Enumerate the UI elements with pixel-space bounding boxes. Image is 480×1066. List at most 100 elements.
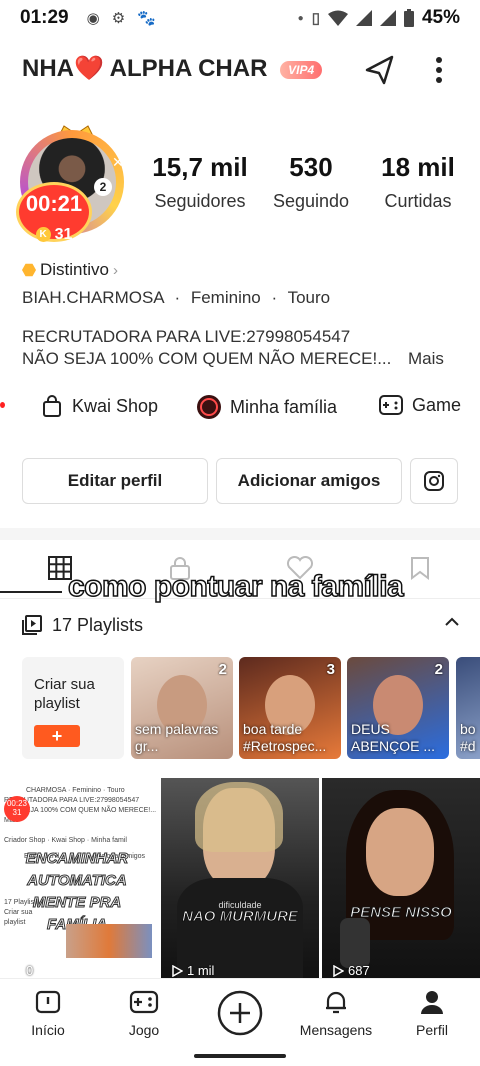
- live-timer-text: 00:21: [25, 191, 83, 216]
- stat-value: 15,7 mil: [152, 152, 248, 182]
- bio-line-1: RECRUTADORA PARA LIVE:27998054547: [22, 327, 351, 346]
- video-hair: [195, 782, 283, 852]
- vibrate-icon: ▯: [311, 10, 320, 27]
- bio-more-link[interactable]: Mais: [408, 348, 444, 370]
- play-icon: [333, 964, 344, 977]
- avatar[interactable]: ✕ 00:21 K 31 2: [16, 122, 128, 246]
- add-playlist-button[interactable]: +: [34, 725, 80, 747]
- home-indicator: [194, 1054, 286, 1058]
- preview-thumbs: [66, 924, 152, 958]
- shopping-bag-icon: [43, 395, 61, 417]
- nav-profile-label: Perfil: [416, 1022, 448, 1038]
- red-dot-indicator: [0, 402, 5, 408]
- playlist-card[interactable]: bo #d: [456, 657, 480, 759]
- minha-familia-link[interactable]: Minha família: [196, 394, 337, 420]
- stat-likes[interactable]: 18 mil Curtidas: [364, 152, 472, 212]
- nav-game-label: Jogo: [128, 1022, 160, 1038]
- view-count: 0: [10, 963, 33, 978]
- status-right: ● ▯ 45%: [298, 7, 460, 29]
- close-icon[interactable]: ✕: [112, 154, 124, 171]
- nav-home[interactable]: Início: [28, 989, 68, 1038]
- video-thumbnail[interactable]: PENSE NISSO 687: [322, 778, 480, 978]
- coin-value: 31: [54, 225, 73, 243]
- nav-profile[interactable]: Perfil: [412, 989, 452, 1038]
- playlist-card[interactable]: 2 sem palavras gr...: [131, 657, 233, 759]
- profile-name-text: NHA❤️ ALPHA CHAR: [22, 55, 268, 82]
- video-caption: PENSE NISSO: [350, 904, 453, 922]
- video-thumbnail[interactable]: CHARMOSA · Feminino · Touro RECRUTADORA …: [0, 778, 158, 978]
- edit-profile-button[interactable]: Editar perfil: [22, 458, 208, 504]
- distintivo-link[interactable]: Distintivo ›: [22, 260, 118, 280]
- profile-name: NHA❤️ ALPHA CHAR VIP4: [22, 54, 342, 83]
- bookmark-icon[interactable]: [410, 556, 430, 580]
- live-timer[interactable]: 00:21 K 31: [16, 182, 92, 244]
- separator: ·: [271, 288, 278, 307]
- bottom-navigation: Início Jogo Mensagens Perfil: [0, 978, 480, 1066]
- view-count: 1 mil: [171, 963, 214, 978]
- minha-familia-label: Minha família: [230, 396, 338, 417]
- zodiac-sign: Touro: [287, 288, 331, 307]
- video-caption: NAO MURMURE: [182, 908, 299, 926]
- playlists-title: 17 Playlists: [52, 614, 144, 635]
- share-icon[interactable]: [362, 52, 398, 88]
- playlist-caption: boa tarde #Retrospec...: [243, 721, 327, 754]
- record-icon: ◉: [86, 10, 100, 27]
- stat-followers[interactable]: 15,7 mil Seguidores: [142, 152, 258, 212]
- gender: Feminino: [190, 288, 261, 307]
- video-thumbnail[interactable]: dificuldade NAO MURMURE 1 mil: [161, 778, 319, 978]
- stat-label: Seguindo: [272, 191, 350, 211]
- add-friends-button[interactable]: Adicionar amigos: [216, 458, 402, 504]
- game-link[interactable]: Game: [378, 394, 461, 416]
- signal-icon: [355, 10, 372, 26]
- create-playlist-label: Criar sua playlist: [34, 676, 95, 712]
- stat-label: Curtidas: [384, 191, 452, 211]
- instagram-button[interactable]: [410, 458, 458, 504]
- microphone: [340, 918, 370, 968]
- preview-header: CHARMOSA · Feminino · Touro: [26, 787, 125, 794]
- status-bar: 01:29 ◉ ⚙ 🐾 ● ▯ 45%: [0, 0, 480, 36]
- gamepad-icon: [129, 990, 159, 1014]
- profile-icon: [421, 991, 443, 1014]
- separator: ·: [174, 288, 181, 307]
- playlists-header[interactable]: 17 Playlists: [22, 612, 462, 638]
- stat-following[interactable]: 530 Seguindo: [258, 152, 364, 212]
- more-options-icon[interactable]: [426, 52, 452, 88]
- chevron-up-icon[interactable]: [444, 614, 460, 630]
- wifi-icon: [327, 10, 348, 26]
- video-person: [366, 808, 434, 896]
- signal-2-icon: [379, 10, 396, 26]
- profile-info: BIAH.CHARMOSA · Feminino · Touro: [22, 288, 330, 308]
- username: BIAH.CHARMOSA: [22, 288, 164, 307]
- gamepad-icon: [379, 395, 403, 415]
- kwai-shop-link[interactable]: Kwai Shop: [40, 394, 158, 418]
- video-overlay-caption: como pontuar na família: [67, 569, 404, 604]
- status-icons: ◉ ⚙ 🐾: [87, 9, 156, 27]
- playlist-card[interactable]: 2 DEUS ABENÇOE ...: [347, 657, 449, 759]
- bell-icon: [326, 991, 346, 1014]
- profile-stats: 15,7 mil Seguidores 530 Seguindo 18 mil …: [142, 152, 472, 212]
- create-button[interactable]: [216, 989, 264, 1040]
- playlist-card[interactable]: 3 boa tarde #Retrospec...: [239, 657, 341, 759]
- stat-value: 530: [289, 152, 333, 182]
- create-playlist-card[interactable]: Criar sua playlist +: [22, 657, 124, 759]
- notif-badge: 2: [94, 178, 112, 196]
- game-label: Game: [412, 394, 462, 415]
- view-count: 687: [332, 963, 370, 978]
- nav-messages[interactable]: Mensagens: [296, 989, 376, 1038]
- preview-timer: 00:23 31: [4, 796, 30, 822]
- stat-value: 18 mil: [381, 152, 455, 182]
- playlist-caption: sem palavras gr...: [135, 721, 219, 754]
- battery-icon: [403, 9, 414, 27]
- nav-messages-label: Mensagens: [299, 1022, 373, 1038]
- nav-game[interactable]: Jogo: [124, 989, 164, 1038]
- playlist-icon: [22, 615, 42, 635]
- vip-badge: VIP4: [280, 60, 323, 79]
- coin-count: K 31: [35, 225, 73, 244]
- playlist-count: 2: [434, 661, 443, 678]
- chevron-right-icon: ›: [112, 261, 118, 279]
- bio-line-2: NÃO SEJA 100% COM QUEM NÃO MERECE!...: [22, 349, 392, 368]
- badge-hex-icon: [22, 263, 36, 277]
- play-icon: [172, 964, 183, 977]
- video-caption: ENCAMINHAR AUTOMATICA MENTE PRA FAMÍLIA: [25, 850, 129, 934]
- profile-links: Kwai Shop Minha família Game: [0, 388, 480, 428]
